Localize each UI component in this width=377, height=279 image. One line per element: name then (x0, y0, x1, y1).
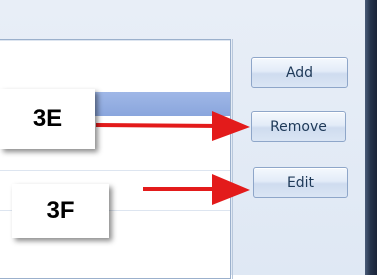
remove-button[interactable]: Remove (251, 111, 346, 142)
edit-button[interactable]: Edit (253, 167, 348, 198)
callout-3e-label: 3E (0, 89, 95, 149)
row-divider (0, 40, 230, 41)
items-listbox[interactable] (0, 39, 231, 279)
callout-3f-label: 3F (12, 184, 109, 238)
add-button[interactable]: Add (251, 57, 348, 88)
dialog-stage: Add Remove Edit 3E 3F (0, 0, 377, 279)
row-divider (0, 170, 230, 171)
window-edge (365, 0, 377, 275)
